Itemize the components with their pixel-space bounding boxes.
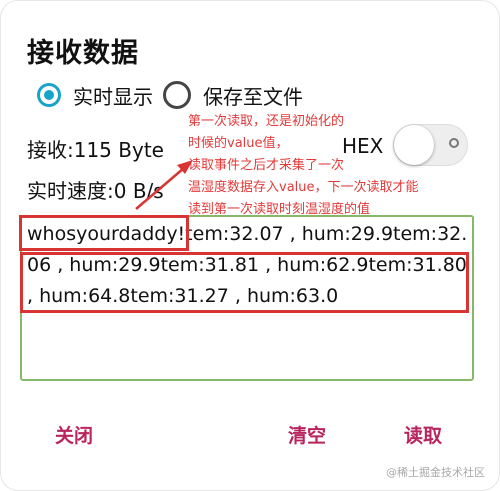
save-to-file-radio-label[interactable]: 保存至文件	[203, 81, 303, 110]
read-button[interactable]: 读取	[398, 419, 448, 450]
save-to-file-option[interactable]: 保存至文件	[163, 81, 303, 110]
realtime-speed: 实时速度:0 B/s	[27, 179, 164, 203]
realtime-radio-icon[interactable]	[37, 83, 61, 107]
annotation-line: 读取事件之后才采集了一次	[188, 158, 345, 173]
highlight-initial-value-box	[19, 215, 189, 251]
realtime-radio-label[interactable]: 实时显示	[73, 81, 153, 110]
save-to-file-radio-icon[interactable]	[163, 81, 191, 109]
close-button[interactable]: 关闭	[49, 419, 99, 450]
received-bytes: 接收:115 Byte	[27, 138, 164, 162]
annotation-note: 第一次读取，还是初始化的 时候的value值， 读取事件之后才采集了一次 温湿度…	[188, 111, 498, 221]
watermark: @稀土掘金技术社区	[386, 466, 485, 479]
annotation-line: 第一次读取，还是初始化的	[188, 114, 345, 129]
annotation-line: 温湿度数据存入value，下一次读取才能	[188, 180, 419, 195]
highlight-readings-box	[20, 252, 469, 313]
clear-button[interactable]: 清空	[282, 419, 332, 450]
annotation-line: 读到第一次读取时刻温湿度的值	[188, 202, 371, 217]
receive-data-dialog: 接收数据 实时显示 保存至文件 接收:115 Byte 实时速度:0 B/s H…	[0, 0, 500, 491]
dialog-title: 接收数据	[27, 38, 139, 69]
annotation-line: 时候的value值，	[188, 136, 289, 151]
display-mode-group: 实时显示 保存至文件	[37, 80, 303, 110]
